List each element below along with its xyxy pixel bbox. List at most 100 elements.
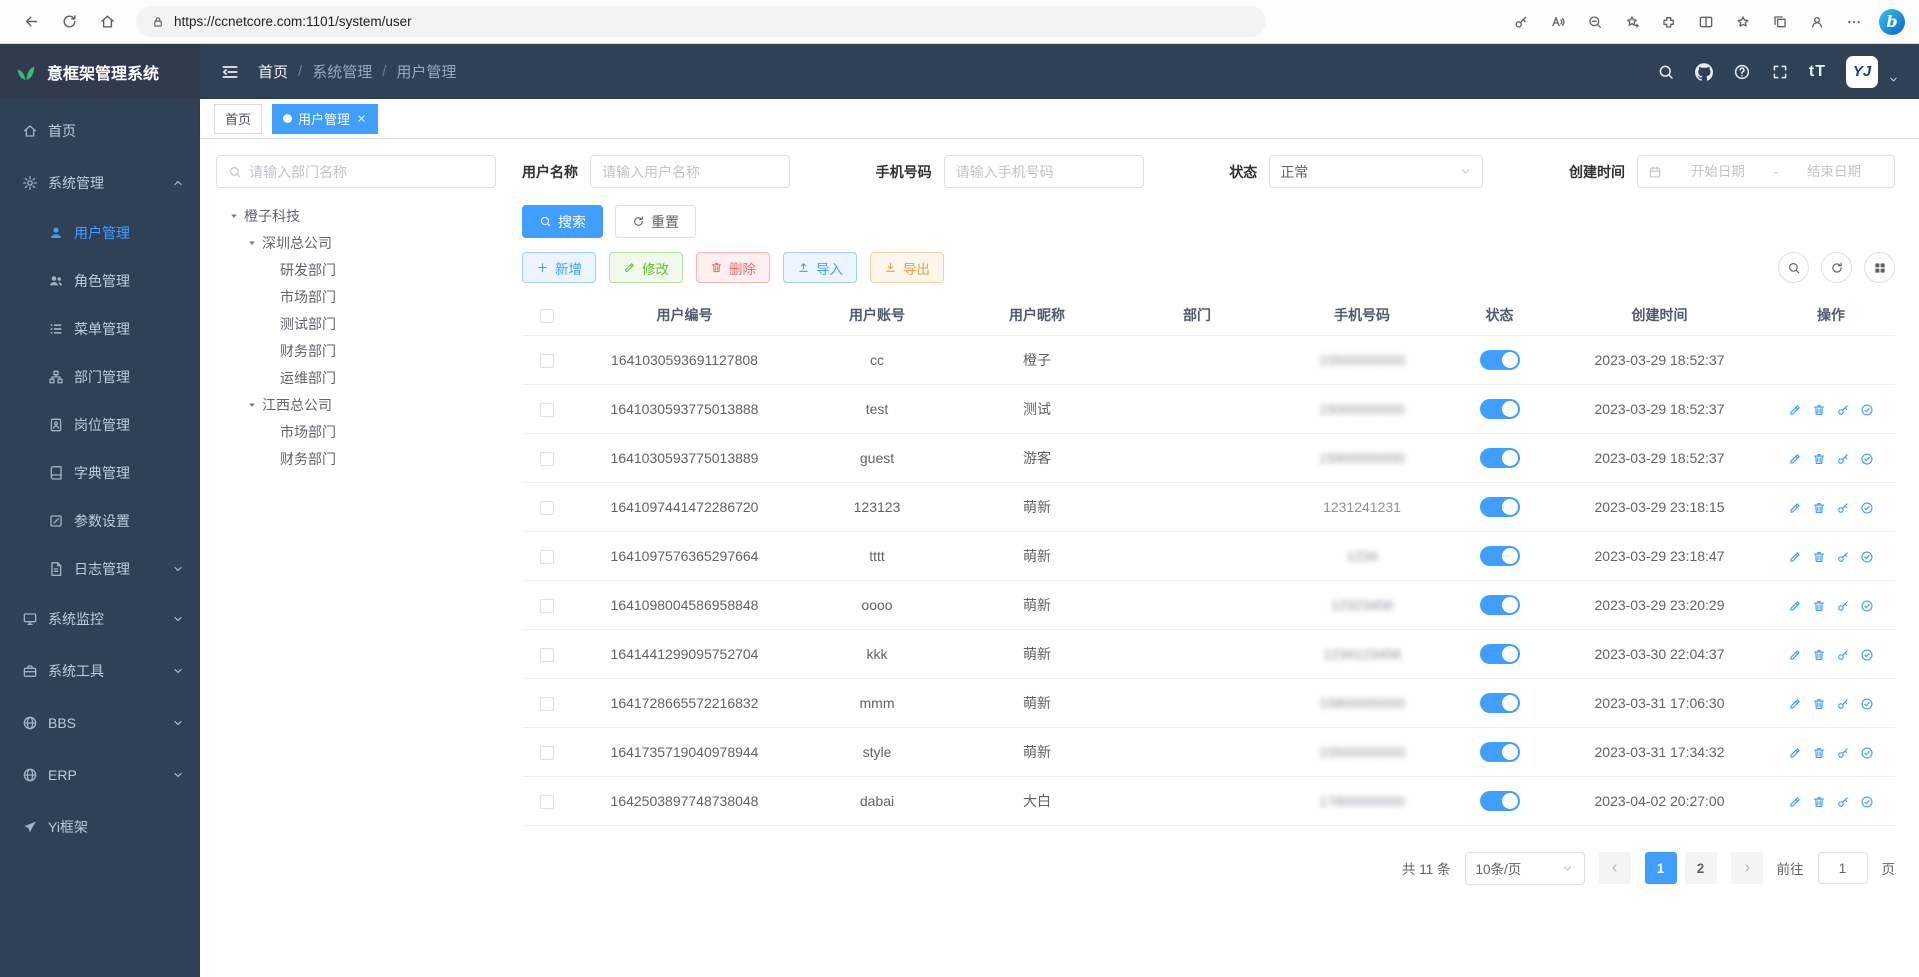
phone-input[interactable]: [956, 164, 1132, 180]
username-input[interactable]: [602, 164, 778, 180]
sidebar-item-post-management[interactable]: 岗位管理: [0, 401, 200, 449]
header-search-icon[interactable]: [1657, 63, 1675, 81]
end-date-input[interactable]: [1784, 164, 1884, 179]
status-toggle[interactable]: [1480, 693, 1520, 713]
reset-password-icon[interactable]: [1836, 648, 1850, 662]
tree-node[interactable]: 测试部门: [216, 310, 496, 337]
status-select[interactable]: 正常: [1269, 155, 1483, 188]
delete-icon[interactable]: [1812, 501, 1826, 515]
reset-password-icon[interactable]: [1836, 697, 1850, 711]
caret-down-icon[interactable]: [224, 210, 244, 222]
refresh-table-button[interactable]: [1821, 252, 1852, 283]
row-checkbox[interactable]: [540, 354, 554, 368]
password-key-icon[interactable]: [1505, 6, 1536, 37]
menu-fold-icon[interactable]: [220, 62, 240, 82]
caret-down-icon[interactable]: [242, 237, 262, 249]
status-toggle[interactable]: [1480, 350, 1520, 370]
status-toggle[interactable]: [1480, 742, 1520, 762]
assign-role-icon[interactable]: [1860, 599, 1874, 613]
breadcrumb-system[interactable]: 系统管理: [312, 61, 372, 82]
status-toggle[interactable]: [1480, 644, 1520, 664]
delete-icon[interactable]: [1812, 599, 1826, 613]
caret-down-icon[interactable]: [242, 399, 262, 411]
reset-password-icon[interactable]: [1836, 452, 1850, 466]
assign-role-icon[interactable]: [1860, 501, 1874, 515]
reset-password-icon[interactable]: [1836, 599, 1850, 613]
tab-user-management[interactable]: 用户管理: [272, 104, 378, 134]
read-aloud-icon[interactable]: [1542, 6, 1573, 37]
tree-node[interactable]: 运维部门: [216, 364, 496, 391]
export-button[interactable]: 导出: [870, 252, 944, 283]
avatar-caret-icon[interactable]: [1888, 74, 1899, 85]
edit-icon[interactable]: [1788, 403, 1802, 417]
tree-node[interactable]: 市场部门: [216, 418, 496, 445]
assign-role-icon[interactable]: [1860, 550, 1874, 564]
delete-icon[interactable]: [1812, 550, 1826, 564]
reset-password-icon[interactable]: [1836, 550, 1850, 564]
row-checkbox[interactable]: [540, 697, 554, 711]
assign-role-icon[interactable]: [1860, 403, 1874, 417]
reset-password-icon[interactable]: [1836, 403, 1850, 417]
row-checkbox[interactable]: [540, 501, 554, 515]
edit-icon[interactable]: [1788, 795, 1802, 809]
site-info-lock-icon[interactable]: [151, 15, 165, 29]
browser-home-icon[interactable]: [90, 5, 124, 39]
delete-button[interactable]: 删除: [696, 252, 770, 283]
extensions-icon[interactable]: [1653, 6, 1684, 37]
help-icon[interactable]: [1733, 63, 1751, 81]
sidebar-item-menu-management[interactable]: 菜单管理: [0, 305, 200, 353]
split-screen-icon[interactable]: [1690, 6, 1721, 37]
sidebar-item-dept-management[interactable]: 部门管理: [0, 353, 200, 401]
address-bar[interactable]: https://ccnetcore.com:1101/system/user: [136, 6, 1266, 37]
status-toggle[interactable]: [1480, 399, 1520, 419]
assign-role-icon[interactable]: [1860, 795, 1874, 809]
row-checkbox[interactable]: [540, 648, 554, 662]
tree-node[interactable]: 橙子科技: [216, 202, 496, 229]
date-range-picker[interactable]: -: [1637, 155, 1895, 188]
tree-node[interactable]: 财务部门: [216, 337, 496, 364]
search-button[interactable]: 搜索: [522, 205, 603, 238]
sidebar-item-yi-framework[interactable]: Yi框架: [0, 801, 200, 853]
sidebar-item-system-tools[interactable]: 系统工具: [0, 645, 200, 697]
toggle-search-button[interactable]: [1778, 252, 1809, 283]
copilot-icon[interactable]: b: [1879, 9, 1905, 35]
status-toggle[interactable]: [1480, 595, 1520, 615]
browser-back-icon[interactable]: [14, 5, 48, 39]
zoom-icon[interactable]: [1579, 6, 1610, 37]
row-checkbox[interactable]: [540, 795, 554, 809]
font-size-icon[interactable]: tT: [1809, 63, 1826, 81]
delete-icon[interactable]: [1812, 795, 1826, 809]
delete-icon[interactable]: [1812, 746, 1826, 760]
edit-icon[interactable]: [1788, 746, 1802, 760]
fullscreen-icon[interactable]: [1771, 63, 1789, 81]
sidebar-item-system-management[interactable]: 系统管理: [0, 157, 200, 209]
tree-node[interactable]: 江西总公司: [216, 391, 496, 418]
status-toggle[interactable]: [1480, 448, 1520, 468]
row-checkbox[interactable]: [540, 452, 554, 466]
delete-icon[interactable]: [1812, 648, 1826, 662]
browser-more-icon[interactable]: [1838, 6, 1869, 37]
edit-button[interactable]: 修改: [609, 252, 683, 283]
add-button[interactable]: 新增: [522, 252, 596, 283]
reset-password-icon[interactable]: [1836, 501, 1850, 515]
reset-password-icon[interactable]: [1836, 746, 1850, 760]
edit-icon[interactable]: [1788, 648, 1802, 662]
tab-home[interactable]: 首页: [214, 104, 262, 134]
sidebar-item-param-settings[interactable]: 参数设置: [0, 497, 200, 545]
tree-node[interactable]: 财务部门: [216, 445, 496, 472]
goto-page-input[interactable]: [1818, 852, 1868, 884]
status-toggle[interactable]: [1480, 546, 1520, 566]
edit-icon[interactable]: [1788, 452, 1802, 466]
tree-node[interactable]: 市场部门: [216, 283, 496, 310]
start-date-input[interactable]: [1668, 164, 1768, 179]
reset-password-icon[interactable]: [1836, 795, 1850, 809]
sidebar-item-erp[interactable]: ERP: [0, 749, 200, 801]
sidebar-item-system-monitor[interactable]: 系统监控: [0, 593, 200, 645]
reset-button[interactable]: 重置: [615, 205, 696, 238]
favorites-icon[interactable]: [1727, 6, 1758, 37]
page-button-1[interactable]: 1: [1645, 852, 1677, 884]
sidebar-item-bbs[interactable]: BBS: [0, 697, 200, 749]
user-avatar[interactable]: YJ: [1846, 56, 1878, 88]
edit-icon[interactable]: [1788, 599, 1802, 613]
status-toggle[interactable]: [1480, 791, 1520, 811]
